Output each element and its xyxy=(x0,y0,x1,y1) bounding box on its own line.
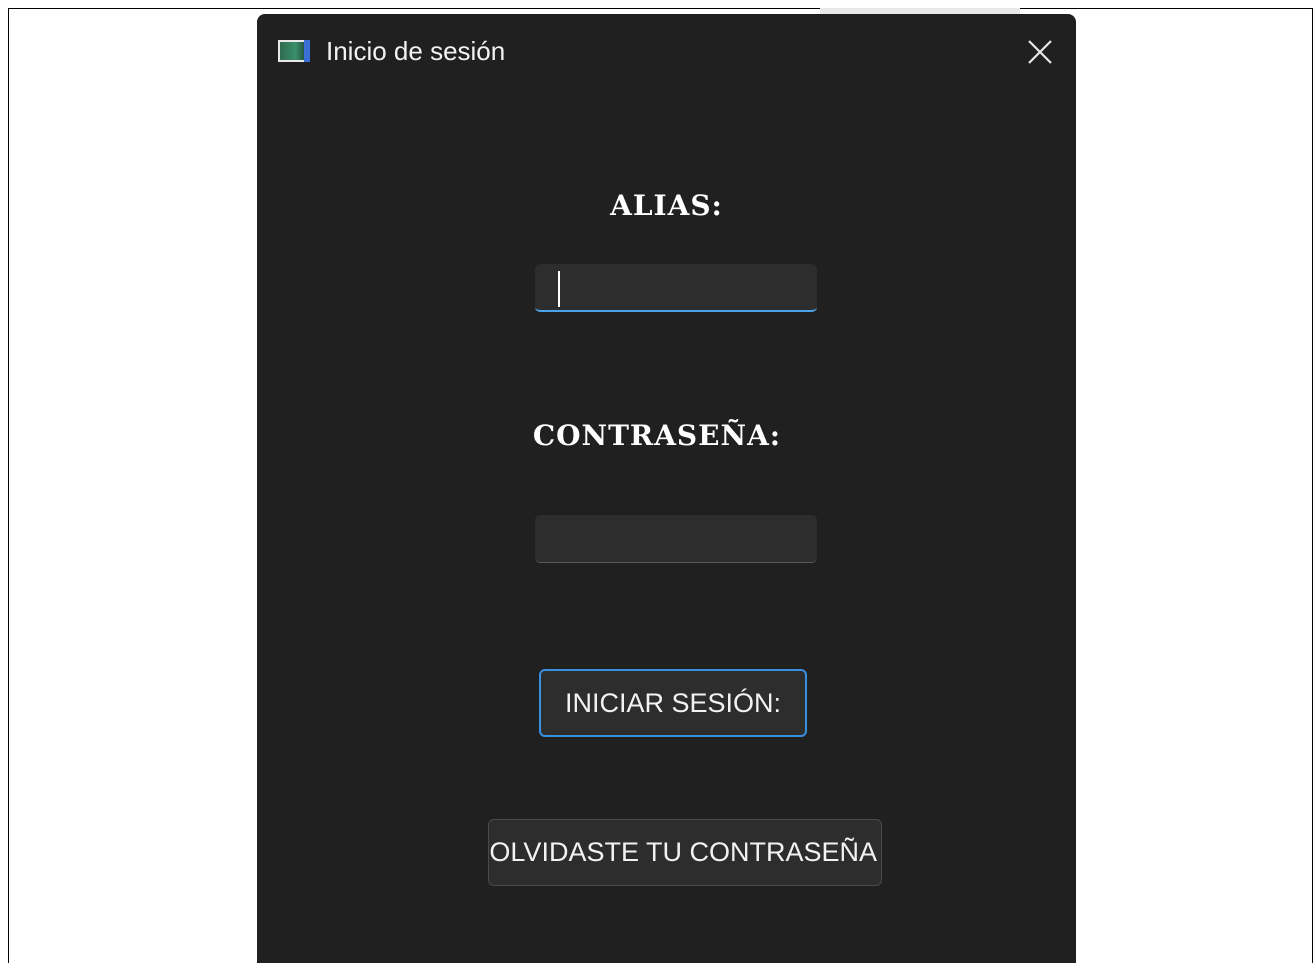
password-input[interactable] xyxy=(535,515,817,563)
login-button[interactable]: INICIAR SESIÓN: xyxy=(539,669,807,737)
password-label: CONTRASEÑA: xyxy=(532,419,782,452)
title-bar[interactable]: Inicio de sesión xyxy=(257,14,1076,88)
alias-label: ALIAS: xyxy=(610,189,723,222)
login-dialog: Inicio de sesión ALIAS: CONTRASEÑA: INIC… xyxy=(257,14,1076,963)
forgot-password-button[interactable]: OLVIDASTE TU CONTRASEÑA xyxy=(488,819,882,886)
text-caret xyxy=(558,271,560,307)
alias-input[interactable] xyxy=(535,264,817,312)
close-icon xyxy=(1028,40,1052,64)
close-button[interactable] xyxy=(1009,26,1069,76)
window-title: Inicio de sesión xyxy=(326,36,506,66)
app-window-icon xyxy=(278,40,310,62)
